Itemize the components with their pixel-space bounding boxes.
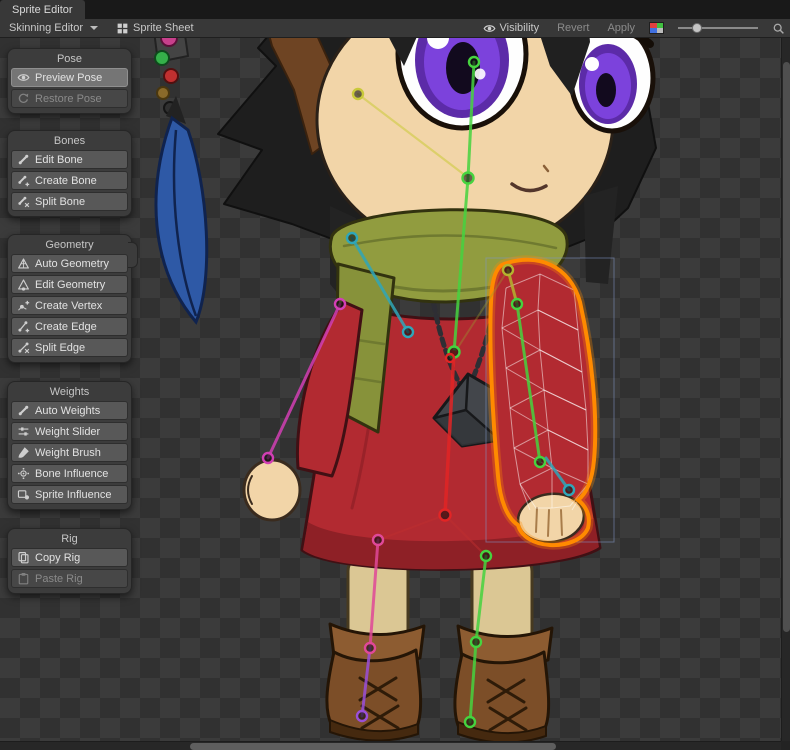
tool-button-label: Preview Pose [35,72,102,84]
influence-icon [17,467,30,480]
visibility-button[interactable]: Visibility [479,21,544,36]
visibility-label: Visibility [500,22,540,34]
color-swatch-icon[interactable] [649,22,664,34]
mesh-edit-icon [17,278,30,291]
paste-icon [17,572,30,585]
edge-plus-icon [17,320,30,333]
eye-icon [17,71,30,84]
tab-label: Sprite Editor [12,4,73,16]
tool-button-label: Copy Rig [35,552,80,564]
vertical-scrollbar-thumb[interactable] [783,62,790,632]
panel-title: Geometry [11,239,128,251]
tool-button-label: Sprite Influence [35,489,111,501]
toolbar: Skinning Editor Sprite Sheet Visibility … [0,19,790,38]
tool-button-auto-geometry[interactable]: Auto Geometry [11,254,128,273]
sprite-editor-window: Sprite Editor Skinning Editor Sprite She… [0,0,790,750]
tool-button-weight-brush[interactable]: Weight Brush [11,443,128,462]
panel-title: Bones [11,135,128,147]
tool-button-label: Restore Pose [35,93,102,105]
tool-button-label: Split Bone [35,196,85,208]
tool-button-auto-weights[interactable]: Auto Weights [11,401,128,420]
tool-button-label: Edit Bone [35,154,83,166]
chevron-down-icon [90,26,98,30]
vertex-plus-icon [17,299,30,312]
tool-button-label: Create Edge [35,321,97,333]
tool-button-preview-pose[interactable]: Preview Pose [11,68,128,87]
mesh-icon [17,257,30,270]
tool-button-weight-slider[interactable]: Weight Slider [11,422,128,441]
tool-button-split-edge[interactable]: Split Edge [11,338,128,357]
panel-rig: Rig Copy Rig Paste Rig [7,528,132,594]
tool-button-label: Weight Slider [35,426,100,438]
editor-mode-dropdown[interactable]: Skinning Editor [5,21,102,35]
bone-split-icon [17,195,30,208]
tool-button-paste-rig[interactable]: Paste Rig [11,569,128,588]
tool-button-label: Auto Weights [35,405,100,417]
vertical-scrollbar[interactable] [781,38,790,741]
panel-weights: Weights Auto Weights Weight Slider Weigh… [7,381,132,510]
eye-icon [483,22,496,35]
sprite-sheet-icon [116,22,129,35]
tool-button-label: Auto Geometry [35,258,109,270]
apply-button[interactable]: Apply [603,21,639,35]
tab-sprite-editor[interactable]: Sprite Editor [0,0,85,19]
revert-label: Revert [557,22,589,34]
tool-button-edit-bone[interactable]: Edit Bone [11,150,128,169]
selected-arm-mesh[interactable] [490,260,595,547]
editor-mode-label: Skinning Editor [9,22,83,34]
alpha-slider[interactable] [678,21,758,35]
apply-label: Apply [607,22,635,34]
panel-title: Pose [11,53,128,65]
sprite-influence-icon [17,488,30,501]
tool-button-restore-pose[interactable]: Restore Pose [11,89,128,108]
character-boots [327,624,552,741]
panel-pose: Pose Preview Pose Restore Pose [7,48,132,114]
tool-button-label: Bone Influence [35,468,108,480]
tool-button-create-bone[interactable]: Create Bone [11,171,128,190]
tool-button-label: Create Bone [35,175,97,187]
slider-track[interactable] [678,27,758,29]
tool-button-split-bone[interactable]: Split Bone [11,192,128,211]
tool-button-label: Split Edge [35,342,85,354]
bone-icon [17,404,30,417]
panel-geometry: Geometry Auto Geometry Edit Geometry Cre… [7,234,132,363]
feather-accessory [150,38,207,322]
brush-icon [17,446,30,459]
panel-title: Weights [11,386,128,398]
panel-title: Rig [11,533,128,545]
revert-button[interactable]: Revert [553,21,593,35]
horizontal-scrollbar[interactable] [0,741,781,750]
bone-icon [17,153,30,166]
sprite-canvas[interactable]: Pose Preview Pose Restore Pose Bones Edi… [0,38,781,741]
sprite-sheet-label: Sprite Sheet [133,22,194,34]
tool-button-create-vertex[interactable]: Create Vertex [11,296,128,315]
undo-icon [17,92,30,105]
window-tab-bar: Sprite Editor [0,0,790,19]
tool-button-label: Create Vertex [35,300,102,312]
tool-button-sprite-influence[interactable]: Sprite Influence [11,485,128,504]
tool-button-create-edge[interactable]: Create Edge [11,317,128,336]
tool-button-edit-geometry[interactable]: Edit Geometry [11,275,128,294]
tool-button-label: Weight Brush [35,447,101,459]
tool-button-copy-rig[interactable]: Copy Rig [11,548,128,567]
tool-button-label: Paste Rig [35,573,83,585]
tool-button-bone-influence[interactable]: Bone Influence [11,464,128,483]
panel-bones: Bones Edit Bone Create Bone Split Bone [7,130,132,217]
bone-plus-icon [17,174,30,187]
copy-icon [17,551,30,564]
tool-button-label: Edit Geometry [35,279,105,291]
edge-split-icon [17,341,30,354]
zoom-icon[interactable] [772,22,785,35]
sprite-sheet-button[interactable]: Sprite Sheet [112,21,198,36]
scrollbar-corner [781,741,790,750]
horizontal-scrollbar-thumb[interactable] [190,743,556,750]
sliders-icon [17,425,30,438]
slider-knob[interactable] [692,23,702,33]
